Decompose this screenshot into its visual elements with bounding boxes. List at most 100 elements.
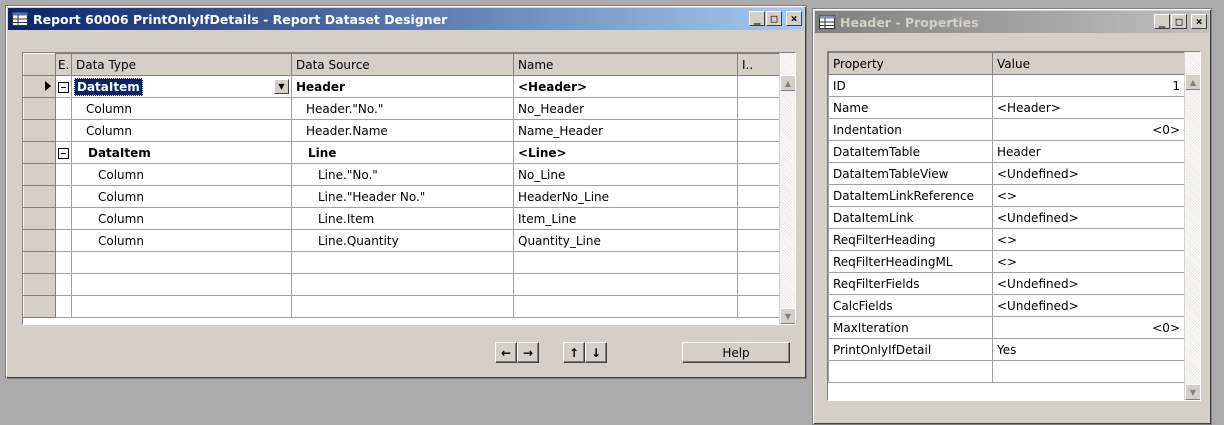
property-name-cell[interactable]: Indentation bbox=[828, 118, 993, 141]
property-value-cell[interactable]: <Undefined> bbox=[992, 294, 1185, 317]
property-value-cell[interactable]: Yes bbox=[992, 338, 1185, 361]
scroll-down-icon[interactable]: ▼ bbox=[1185, 384, 1200, 400]
scroll-up-icon[interactable]: ▲ bbox=[780, 75, 795, 91]
row-selector[interactable] bbox=[23, 207, 56, 230]
expand-cell[interactable] bbox=[55, 119, 72, 142]
scroll-down-icon[interactable]: ▼ bbox=[780, 308, 795, 324]
data-type-cell[interactable]: DataItem ▼ bbox=[71, 75, 292, 98]
include-cell[interactable] bbox=[737, 163, 780, 186]
empty-row[interactable] bbox=[828, 360, 1185, 383]
name-cell[interactable]: No_Line bbox=[513, 163, 738, 186]
property-name-cell[interactable]: ReqFilterHeadingML bbox=[828, 250, 993, 273]
empty-cell[interactable] bbox=[737, 273, 780, 296]
collapse-icon[interactable] bbox=[58, 81, 69, 93]
col-include-header[interactable]: I.. bbox=[737, 53, 780, 76]
col-name-header[interactable]: Name bbox=[513, 53, 738, 76]
data-type-cell[interactable]: Column bbox=[71, 207, 292, 230]
row-selector[interactable] bbox=[23, 229, 56, 252]
close-button[interactable]: × bbox=[1191, 14, 1207, 29]
empty-cell[interactable] bbox=[55, 251, 72, 274]
property-name-cell[interactable]: PrintOnlyIfDetail bbox=[828, 338, 993, 361]
property-value-cell[interactable]: <Undefined> bbox=[992, 272, 1185, 295]
property-row[interactable]: PrintOnlyIfDetail Yes bbox=[828, 338, 1185, 361]
include-cell[interactable] bbox=[737, 141, 780, 164]
data-source-cell[interactable]: Line bbox=[291, 141, 514, 164]
empty-cell[interactable] bbox=[513, 251, 738, 274]
empty-row[interactable] bbox=[23, 295, 780, 318]
property-value-cell[interactable]: Header bbox=[992, 140, 1185, 163]
expand-cell[interactable] bbox=[55, 207, 72, 230]
empty-cell[interactable] bbox=[291, 295, 514, 318]
expand-cell[interactable] bbox=[55, 163, 72, 186]
empty-cell[interactable] bbox=[737, 251, 780, 274]
table-row[interactable]: Column Header."No." No_Header bbox=[23, 97, 780, 120]
property-value-cell[interactable]: <> bbox=[992, 184, 1185, 207]
empty-cell[interactable] bbox=[71, 295, 292, 318]
property-value-cell[interactable]: <Header> bbox=[992, 96, 1185, 119]
include-cell[interactable] bbox=[737, 75, 780, 98]
col-data-type-header[interactable]: Data Type bbox=[71, 53, 292, 76]
maximize-button[interactable]: □ bbox=[1171, 14, 1187, 29]
row-selector[interactable] bbox=[23, 295, 56, 318]
row-selector[interactable] bbox=[23, 119, 56, 142]
data-source-cell[interactable]: Header bbox=[291, 75, 514, 98]
property-value-cell[interactable]: <> bbox=[992, 228, 1185, 251]
property-value-cell[interactable]: <> bbox=[992, 250, 1185, 273]
move-down-button[interactable]: ↓ bbox=[585, 342, 607, 363]
data-source-cell[interactable]: Line."Header No." bbox=[291, 185, 514, 208]
property-value-cell[interactable]: <Undefined> bbox=[992, 206, 1185, 229]
expand-cell[interactable] bbox=[55, 97, 72, 120]
data-type-cell[interactable]: DataItem bbox=[71, 141, 292, 164]
property-name-cell[interactable]: ID bbox=[828, 74, 993, 97]
property-row[interactable]: Name <Header> bbox=[828, 96, 1185, 119]
property-value-cell[interactable]: <Undefined> bbox=[992, 162, 1185, 185]
empty-cell[interactable] bbox=[55, 273, 72, 296]
property-row[interactable]: Indentation <0> bbox=[828, 118, 1185, 141]
table-row[interactable]: DataItem ▼ Header <Header> bbox=[23, 75, 780, 98]
data-source-cell[interactable]: Header."No." bbox=[291, 97, 514, 120]
data-type-cell[interactable]: Column bbox=[71, 119, 292, 142]
empty-row[interactable] bbox=[23, 273, 780, 296]
table-row[interactable]: Column Line."No." No_Line bbox=[23, 163, 780, 186]
property-name-cell[interactable]: ReqFilterHeading bbox=[828, 228, 993, 251]
include-cell[interactable] bbox=[737, 185, 780, 208]
close-button[interactable]: × bbox=[786, 11, 802, 26]
name-cell[interactable]: Quantity_Line bbox=[513, 229, 738, 252]
property-row[interactable]: ID 1 bbox=[828, 74, 1185, 97]
name-cell[interactable]: Name_Header bbox=[513, 119, 738, 142]
table-row[interactable]: Column Header.Name Name_Header bbox=[23, 119, 780, 142]
empty-cell[interactable] bbox=[737, 295, 780, 318]
property-name-cell[interactable]: DataItemLinkReference bbox=[828, 184, 993, 207]
property-value-cell[interactable]: <0> bbox=[992, 118, 1185, 141]
property-name-cell[interactable]: Name bbox=[828, 96, 993, 119]
property-name-cell[interactable]: MaxIteration bbox=[828, 316, 993, 339]
data-type-cell[interactable]: Column bbox=[71, 229, 292, 252]
property-row[interactable]: MaxIteration <0> bbox=[828, 316, 1185, 339]
move-left-button[interactable]: ← bbox=[495, 342, 517, 363]
property-row[interactable]: ReqFilterHeadingML <> bbox=[828, 250, 1185, 273]
property-row[interactable]: DataItemTable Header bbox=[828, 140, 1185, 163]
col-data-source-header[interactable]: Data Source bbox=[291, 53, 514, 76]
property-row[interactable]: ReqFilterHeading <> bbox=[828, 228, 1185, 251]
data-type-cell[interactable]: Column bbox=[71, 163, 292, 186]
name-cell[interactable]: Item_Line bbox=[513, 207, 738, 230]
empty-cell[interactable] bbox=[71, 273, 292, 296]
data-source-cell[interactable]: Line.Item bbox=[291, 207, 514, 230]
table-row[interactable]: DataItem Line <Line> bbox=[23, 141, 780, 164]
table-row[interactable]: Column Line.Item Item_Line bbox=[23, 207, 780, 230]
include-cell[interactable] bbox=[737, 229, 780, 252]
row-selector[interactable] bbox=[23, 273, 56, 296]
property-value-cell[interactable]: 1 bbox=[992, 74, 1185, 97]
property-row[interactable]: CalcFields <Undefined> bbox=[828, 294, 1185, 317]
expand-cell[interactable] bbox=[55, 75, 72, 98]
minimize-button[interactable]: _ bbox=[749, 11, 765, 26]
empty-cell[interactable] bbox=[291, 251, 514, 274]
empty-cell[interactable] bbox=[291, 273, 514, 296]
name-cell[interactable]: HeaderNo_Line bbox=[513, 185, 738, 208]
row-selector[interactable] bbox=[23, 251, 56, 274]
name-cell[interactable]: <Line> bbox=[513, 141, 738, 164]
data-type-cell[interactable]: Column bbox=[71, 185, 292, 208]
help-button[interactable]: Help bbox=[682, 342, 790, 363]
properties-titlebar[interactable]: Header - Properties _ □ × bbox=[815, 11, 1209, 33]
include-cell[interactable] bbox=[737, 97, 780, 120]
